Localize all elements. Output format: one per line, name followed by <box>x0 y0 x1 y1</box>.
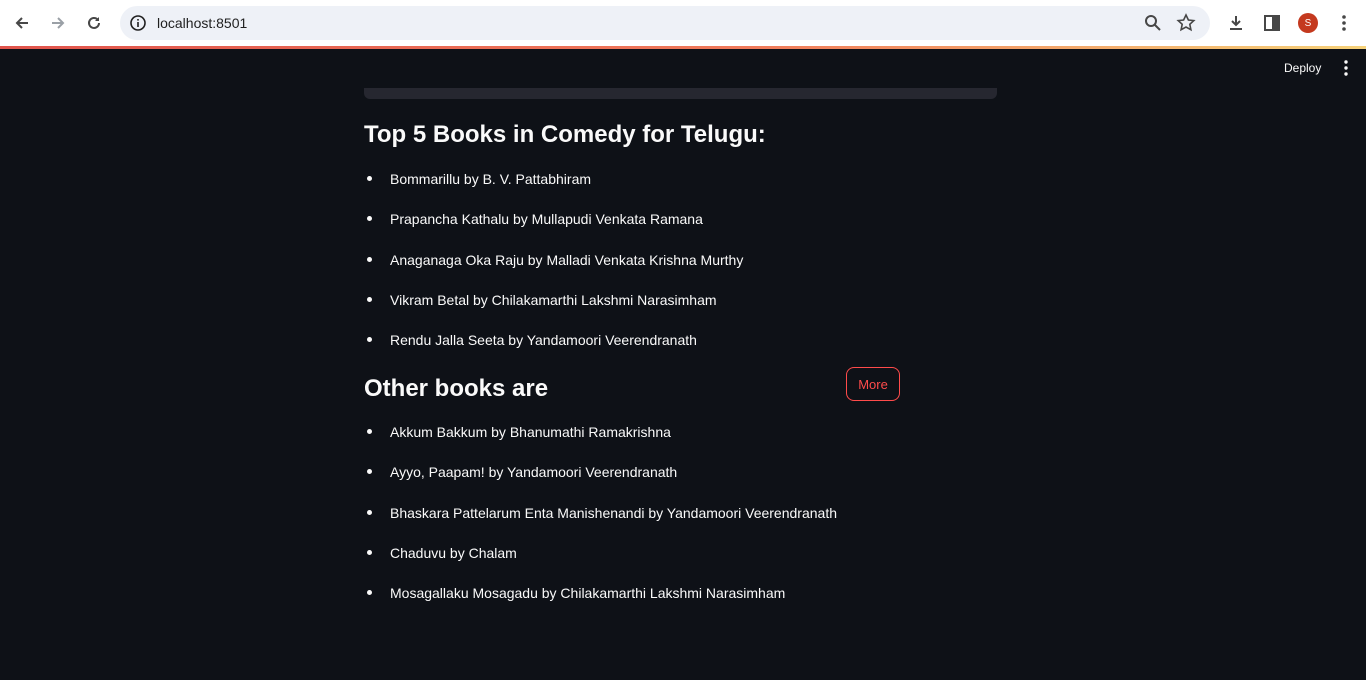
other-books-list: Akkum Bakkum by Bhanumathi Ramakrishna A… <box>364 422 837 623</box>
forward-button[interactable] <box>44 9 72 37</box>
top-books-heading: Top 5 Books in Comedy for Telugu: <box>364 121 766 148</box>
list-item: Akkum Bakkum by Bhanumathi Ramakrishna <box>364 422 837 462</box>
top-books-list: Bommarillu by B. V. Pattabhiram Prapanch… <box>364 169 743 370</box>
forward-arrow-icon <box>52 17 65 29</box>
browser-menu-icon[interactable] <box>1334 13 1354 33</box>
browser-toolbar: localhost:8501 S <box>0 0 1366 46</box>
download-icon[interactable] <box>1226 13 1246 33</box>
list-item: Bommarillu by B. V. Pattabhiram <box>364 169 743 209</box>
reload-icon <box>88 16 100 29</box>
previous-element-edge <box>364 88 997 99</box>
back-arrow-icon <box>15 17 28 29</box>
list-item: Anaganaga Oka Raju by Malladi Venkata Kr… <box>364 250 743 290</box>
list-item: Ayyo, Paapam! by Yandamoori Veerendranat… <box>364 462 837 502</box>
list-item: Vikram Betal by Chilakamarthi Lakshmi Na… <box>364 290 743 330</box>
profile-avatar[interactable]: S <box>1298 13 1318 33</box>
url-text[interactable]: localhost:8501 <box>157 15 247 31</box>
list-item: Prapancha Kathalu by Mullapudi Venkata R… <box>364 209 743 249</box>
list-item: Chaduvu by Chalam <box>364 543 837 583</box>
app-menu-icon[interactable] <box>1338 58 1354 78</box>
other-books-heading: Other books are <box>364 375 549 402</box>
more-button[interactable]: More <box>846 367 900 401</box>
side-panel-icon[interactable] <box>1262 13 1282 33</box>
deploy-button[interactable]: Deploy <box>1276 58 1329 78</box>
bookmark-star-icon[interactable] <box>1176 13 1196 33</box>
zoom-icon[interactable] <box>1144 14 1162 32</box>
list-item: Bhaskara Pattelarum Enta Manishenandi by… <box>364 503 837 543</box>
info-icon[interactable] <box>128 13 148 33</box>
loading-accent-bar <box>0 46 1366 49</box>
back-button[interactable] <box>8 9 36 37</box>
address-bar[interactable]: localhost:8501 <box>120 6 1210 40</box>
reload-button[interactable] <box>80 9 108 37</box>
list-item: Mosagallaku Mosagadu by Chilakamarthi La… <box>364 583 837 623</box>
list-item: Rendu Jalla Seeta by Yandamoori Veerendr… <box>364 330 743 370</box>
